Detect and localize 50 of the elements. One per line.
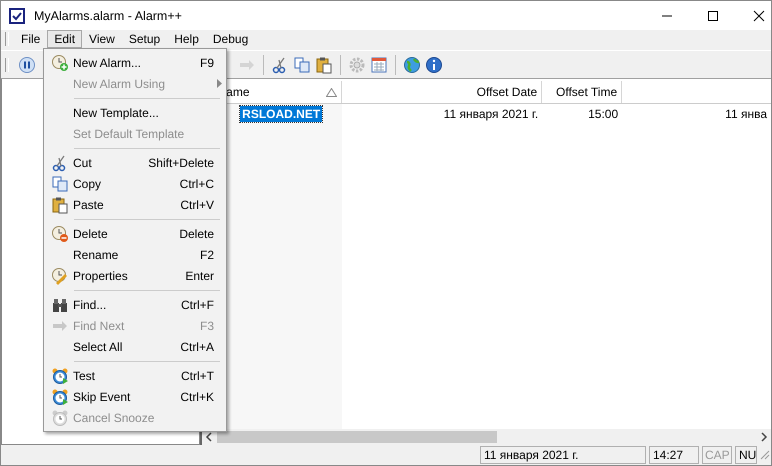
menu-item[interactable]: Delete Delete xyxy=(46,223,224,244)
menu-item[interactable]: Rename F2 xyxy=(46,244,224,265)
status-panel: NU xyxy=(735,446,757,464)
status-panel: CAP xyxy=(702,446,732,464)
menu-item[interactable]: Help xyxy=(167,30,206,48)
clock-minus-icon xyxy=(50,224,68,242)
menu-item[interactable]: View xyxy=(82,30,122,48)
alarm-clock-icon xyxy=(50,408,68,426)
alarm-clock-icon xyxy=(50,366,68,384)
sort-up-icon xyxy=(326,88,338,96)
status-panel: 11 января 2021 г. xyxy=(480,446,646,464)
menu-item[interactable]: Setup xyxy=(122,30,168,48)
scroll-left-icon[interactable] xyxy=(205,432,214,442)
menu-item[interactable]: Skip Event Ctrl+K xyxy=(46,386,224,407)
table-cell: 15:00 xyxy=(588,107,618,121)
window-title: MyAlarms.alarm - Alarm++ xyxy=(34,8,182,22)
menu-item[interactable]: File xyxy=(14,30,48,48)
menu-item[interactable]: Copy Ctrl+C xyxy=(46,173,224,194)
maximize-icon[interactable] xyxy=(707,10,719,22)
copy-icon[interactable] xyxy=(293,56,311,74)
menu-item[interactable]: Paste Ctrl+V xyxy=(46,194,224,215)
table-cell: 11 янва xyxy=(725,107,767,121)
table-cell: 11 января 2021 г. xyxy=(444,107,538,121)
clock-pencil-icon xyxy=(50,266,68,284)
app-icon xyxy=(9,8,25,24)
menu-item[interactable]: Debug xyxy=(206,30,256,48)
copy-icon xyxy=(50,174,68,192)
menu-item[interactable]: New Template... xyxy=(46,102,224,123)
clock-plus-icon xyxy=(50,54,68,72)
calendar-icon[interactable] xyxy=(370,56,388,74)
horizontal-scrollbar[interactable] xyxy=(202,429,771,445)
paste-icon xyxy=(50,196,68,214)
menu-item[interactable]: Test Ctrl+T xyxy=(46,365,224,386)
alarm-clock-icon xyxy=(50,388,68,406)
globe-icon[interactable] xyxy=(403,56,421,74)
resize-grip-icon[interactable] xyxy=(760,450,770,460)
paste-icon[interactable] xyxy=(315,56,333,74)
status-panel: 14:27 xyxy=(649,446,699,464)
info-icon[interactable] xyxy=(425,56,443,74)
menu-item[interactable]: Properties Enter xyxy=(46,265,224,286)
menu-item[interactable]: Edit xyxy=(47,30,82,48)
menu-item[interactable]: Select All Ctrl+A xyxy=(46,336,224,357)
menu-item[interactable]: New Alarm... F9 xyxy=(46,52,224,73)
close-icon[interactable] xyxy=(753,10,765,22)
pause-icon[interactable] xyxy=(18,56,36,74)
menu-item[interactable]: Find... Ctrl+F xyxy=(46,294,224,315)
table-cell[interactable]: RSLOAD.NET xyxy=(240,106,322,122)
scrollbar-thumb[interactable] xyxy=(217,431,498,443)
scroll-right-icon[interactable] xyxy=(760,432,768,442)
menu-item[interactable]: Cut Shift+Delete xyxy=(46,152,224,173)
